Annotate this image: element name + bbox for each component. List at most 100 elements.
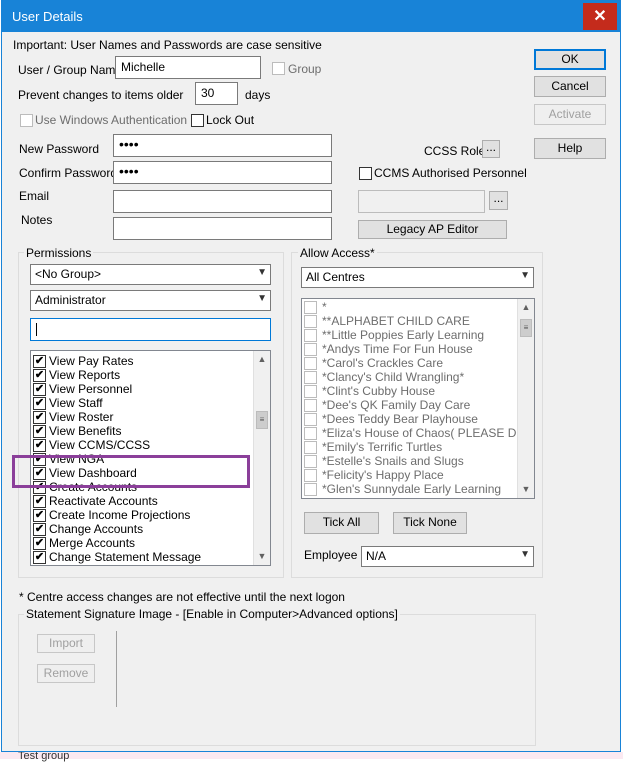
centre-checkbox[interactable] [304, 399, 317, 412]
centre-checkbox[interactable] [304, 455, 317, 468]
centre-item[interactable]: *Glen's Sunnydale Early Learning [304, 483, 501, 497]
notes-input[interactable] [113, 217, 332, 240]
centres-scrollbar[interactable]: ▲ ≡ ▼ [517, 299, 534, 498]
prevent-days-input[interactable]: 30 [195, 82, 238, 105]
centre-label: **Little Poppies Early Learning [322, 328, 485, 342]
email-input[interactable] [113, 190, 332, 213]
username-input[interactable]: Michelle [115, 56, 261, 79]
permission-group-value: <No Group> [35, 267, 102, 281]
centre-item[interactable]: **ALPHABET CHILD CARE [304, 315, 470, 329]
permission-item[interactable]: ✔ View Benefits [33, 425, 122, 439]
centre-checkbox[interactable] [304, 357, 317, 370]
remove-button[interactable]: Remove [37, 664, 95, 683]
scroll-up-icon[interactable]: ▲ [254, 351, 270, 368]
centre-item[interactable]: * [304, 301, 327, 315]
permission-checkbox[interactable]: ✔ [33, 509, 46, 522]
permission-item[interactable]: ✔ View Pay Rates [33, 355, 134, 369]
group-checkbox[interactable] [272, 62, 285, 75]
ccms-checkbox[interactable] [359, 167, 372, 180]
centre-checkbox[interactable] [304, 413, 317, 426]
permission-checkbox[interactable]: ✔ [33, 425, 46, 438]
permission-checkbox[interactable]: ✔ [33, 397, 46, 410]
legacy-ap-editor-button[interactable]: Legacy AP Editor [358, 220, 507, 239]
centre-checkbox[interactable] [304, 469, 317, 482]
centre-checkbox[interactable] [304, 343, 317, 356]
tick-all-button[interactable]: Tick All [304, 512, 379, 534]
permission-label: View Benefits [49, 424, 122, 438]
centre-item[interactable]: *Dee's QK Family Day Care [304, 399, 470, 413]
import-button[interactable]: Import [37, 634, 95, 653]
scroll-down-icon[interactable]: ▼ [254, 548, 270, 565]
permission-item[interactable]: ✔ View CCMS/CCSS [33, 439, 150, 453]
permission-checkbox[interactable]: ✔ [33, 551, 46, 564]
permission-item[interactable]: ✔ View Personnel [33, 383, 132, 397]
ccms-browse-button[interactable]: ... [489, 191, 508, 210]
help-button[interactable]: Help [534, 138, 606, 159]
lockout-checkbox[interactable] [191, 114, 204, 127]
permission-item[interactable]: ✔ View Roster [33, 411, 113, 425]
permissions-scrollbar[interactable]: ▲ ≡ ▼ [253, 351, 270, 565]
centre-checkbox[interactable] [304, 427, 317, 440]
permission-checkbox[interactable]: ✔ [33, 411, 46, 424]
centres-combo[interactable]: All Centres ▼ [301, 267, 534, 288]
confirm-password-input[interactable]: •••• [113, 161, 332, 184]
ccms-path-input[interactable] [358, 190, 485, 213]
centre-item[interactable]: *Emily's Terrific Turtles [304, 441, 442, 455]
signature-divider [116, 631, 117, 707]
permission-label: Change Statement Message [49, 550, 202, 564]
permission-checkbox[interactable]: ✔ [33, 355, 46, 368]
new-password-input[interactable]: •••• [113, 134, 332, 157]
scroll-up-icon[interactable]: ▲ [518, 299, 534, 316]
permission-item[interactable]: ✔ View Reports [33, 369, 120, 383]
permission-role-value: Administrator [35, 293, 106, 307]
scroll-thumb[interactable]: ≡ [520, 319, 532, 337]
permission-checkbox[interactable]: ✔ [33, 383, 46, 396]
centre-item[interactable]: *Clint's Cubby House [304, 385, 435, 399]
permission-item[interactable]: ✔ Change Accounts [33, 523, 143, 537]
centre-checkbox[interactable] [304, 371, 317, 384]
centre-item[interactable]: *Carol's Crackles Care [304, 357, 443, 371]
title-bar: User Details ✕ [2, 1, 620, 32]
centre-item[interactable]: *Clancy's Child Wrangling* [304, 371, 464, 385]
permission-checkbox[interactable]: ✔ [33, 369, 46, 382]
permission-item[interactable]: ✔ Create Income Projections [33, 509, 190, 523]
windows-auth-checkbox[interactable] [20, 114, 33, 127]
permission-checkbox[interactable]: ✔ [33, 495, 46, 508]
permission-role-combo[interactable]: Administrator ▼ [30, 290, 271, 311]
centre-checkbox[interactable] [304, 301, 317, 314]
centre-item[interactable]: *Felicity's Happy Place [304, 469, 444, 483]
permission-checkbox[interactable]: ✔ [33, 537, 46, 550]
permission-item[interactable]: ✔ Change Statement Message [33, 551, 201, 565]
centres-value: All Centres [306, 270, 365, 284]
centre-checkbox[interactable] [304, 329, 317, 342]
centre-checkbox[interactable] [304, 315, 317, 328]
permission-item[interactable]: ✔ Merge Accounts [33, 537, 135, 551]
permission-search-input[interactable] [30, 318, 271, 341]
permission-item[interactable]: ✔ View Staff [33, 397, 103, 411]
centre-label: *Emily's Terrific Turtles [322, 440, 443, 454]
centre-item[interactable]: *Dees Teddy Bear Playhouse [304, 413, 478, 427]
centre-label: *Dee's QK Family Day Care [322, 398, 471, 412]
allow-access-title: Allow Access* [298, 246, 377, 260]
employee-combo[interactable]: N/A ▼ [361, 546, 534, 567]
scroll-down-icon[interactable]: ▼ [518, 481, 534, 498]
scroll-thumb[interactable]: ≡ [256, 411, 268, 429]
centre-item[interactable]: **Little Poppies Early Learning [304, 329, 484, 343]
centre-checkbox[interactable] [304, 441, 317, 454]
centre-checkbox[interactable] [304, 483, 317, 496]
centre-item[interactable]: *Andys Time For Fun House [304, 343, 473, 357]
close-button[interactable]: ✕ [583, 3, 617, 30]
centre-item[interactable]: *Eliza's House of Chaos( PLEASE DO NOT [304, 427, 534, 441]
permission-group-combo[interactable]: <No Group> ▼ [30, 264, 271, 285]
tick-none-button[interactable]: Tick None [393, 512, 467, 534]
ok-button[interactable]: OK [534, 49, 606, 70]
permission-item[interactable]: ✔ Reactivate Accounts [33, 495, 158, 509]
cancel-button[interactable]: Cancel [534, 76, 606, 97]
ccss-role-button[interactable]: ... [482, 140, 500, 158]
permission-checkbox[interactable]: ✔ [33, 523, 46, 536]
centre-item[interactable]: *Estelle's Snails and Slugs [304, 455, 464, 469]
centres-list[interactable]: * **ALPHABET CHILD CARE **Little Poppies E… [301, 298, 535, 499]
permission-checkbox[interactable]: ✔ [33, 439, 46, 452]
centre-checkbox[interactable] [304, 385, 317, 398]
activate-button[interactable]: Activate [534, 104, 606, 125]
